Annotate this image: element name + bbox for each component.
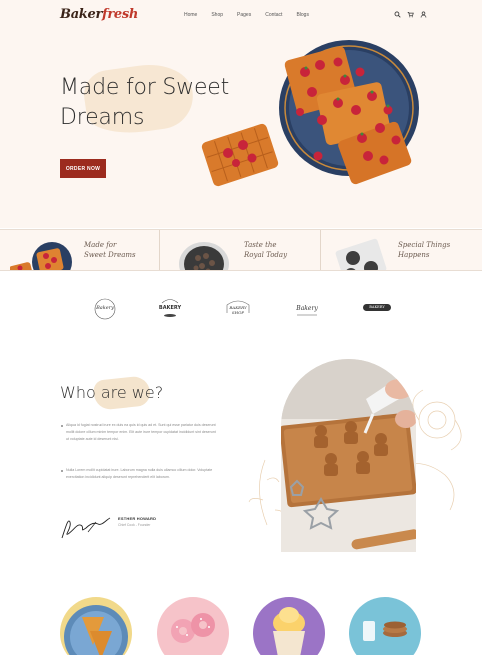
signature-name: ESTHER HOWARD bbox=[118, 516, 157, 521]
partner-logos: Bakery BAKERY BAKERY SHOP Bakery BAKERY bbox=[0, 288, 482, 334]
features-strip: Made for Sweet Dreams Taste the Royal To… bbox=[0, 229, 482, 271]
partner-logo-3[interactable]: BAKERY SHOP bbox=[223, 298, 253, 320]
hero-waffle-illustration bbox=[201, 40, 419, 187]
feature-text-3: Special Things Happens bbox=[398, 240, 468, 260]
donuts-photo bbox=[171, 613, 215, 643]
cupcake-photo bbox=[273, 607, 305, 655]
feature-card-1[interactable]: Made for Sweet Dreams bbox=[0, 230, 160, 270]
product-circle-waffles[interactable] bbox=[60, 597, 132, 655]
cookies-tray-thumbnail bbox=[335, 238, 387, 270]
partner-logo-4-label: Bakery bbox=[296, 305, 318, 312]
partner-logo-4[interactable]: Bakery bbox=[292, 298, 322, 320]
partner-logo-5[interactable]: BAKERY bbox=[362, 298, 392, 320]
partner-logo-2-label: BAKERY bbox=[158, 305, 182, 311]
product-circle-cupcake[interactable] bbox=[253, 597, 325, 655]
feature-1-line1: Made for bbox=[84, 241, 117, 249]
about-paragraph-1: Aliqua id fugiat nostrud irure ex duis e… bbox=[66, 423, 216, 441]
product-circle-donuts[interactable] bbox=[157, 597, 229, 655]
chocolate-plate-thumbnail bbox=[179, 242, 229, 270]
feature-card-3[interactable]: Special Things Happens bbox=[321, 230, 482, 270]
product-circle-cookies[interactable] bbox=[349, 597, 421, 655]
waffle-plate-photo bbox=[64, 605, 128, 655]
signature-image bbox=[61, 517, 111, 539]
feature-2-line2: Royal Today bbox=[244, 251, 288, 259]
waffle-plate-thumbnail bbox=[10, 242, 72, 270]
about-paragraph-2: Nulla Lorem mollit cupidatat irure. Labo… bbox=[66, 468, 213, 479]
about-title: Who are we? bbox=[60, 383, 164, 402]
feature-card-2[interactable]: Taste the Royal Today bbox=[160, 230, 321, 270]
partner-logo-5-label: BAKERY bbox=[369, 305, 385, 309]
about-baking-photo bbox=[281, 359, 416, 552]
partner-logo-1-label: Bakery bbox=[96, 305, 114, 311]
cookies-milk-photo bbox=[363, 621, 407, 641]
signature-role: Chief Cook - Founder bbox=[118, 523, 151, 527]
feature-text-2: Taste the Royal Today bbox=[244, 240, 314, 260]
bullet-2 bbox=[61, 470, 63, 472]
partner-logo-2[interactable]: BAKERY bbox=[155, 298, 185, 320]
feature-3-line2: Happens bbox=[398, 251, 430, 259]
partner-logo-3-label: BAKERY SHOP bbox=[229, 305, 247, 315]
gingerbread-baking-illustration bbox=[281, 359, 416, 552]
feature-3-line1: Special Things bbox=[398, 241, 451, 249]
feature-2-line1: Taste the bbox=[244, 241, 277, 249]
feature-1-line2: Sweet Dreams bbox=[84, 251, 136, 259]
bullet-1 bbox=[61, 425, 63, 427]
feature-text-1: Made for Sweet Dreams bbox=[84, 240, 154, 260]
partner-logo-1[interactable]: Bakery bbox=[90, 298, 120, 320]
